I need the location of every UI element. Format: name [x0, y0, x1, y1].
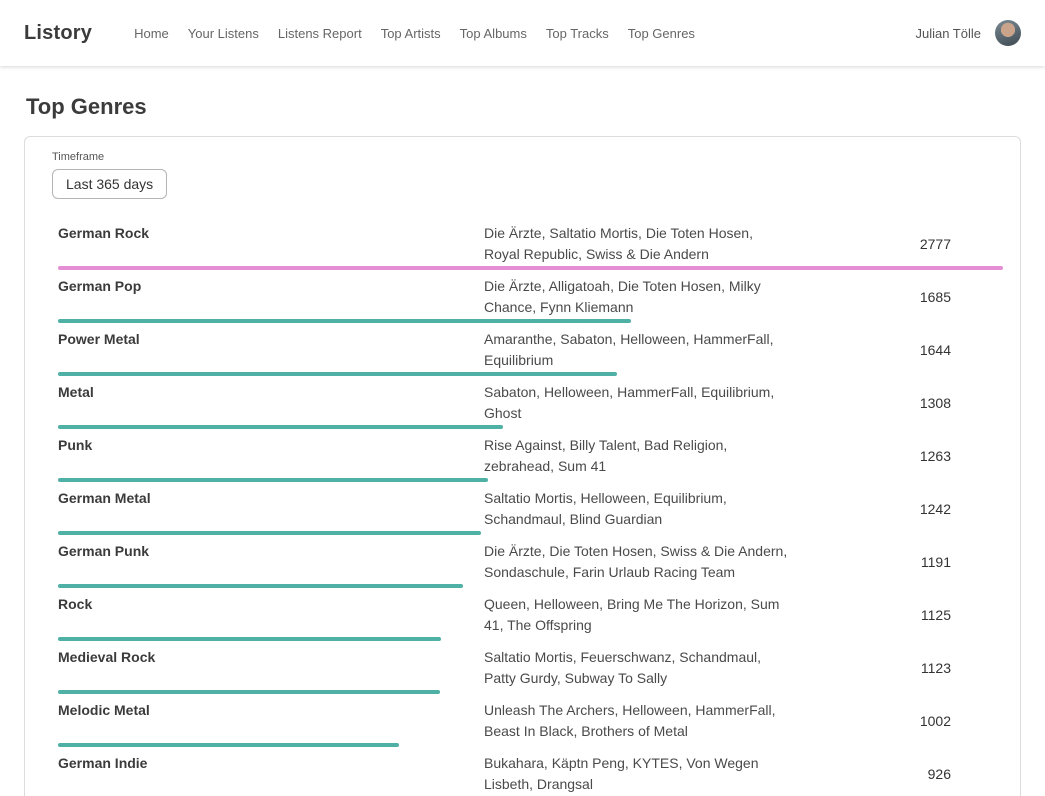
genre-name: Medieval Rock: [58, 647, 484, 689]
genre-row: German Rock Die Ärzte, Saltatio Mortis, …: [58, 217, 1003, 270]
genre-name: German Rock: [58, 223, 484, 265]
genre-artists: Saltatio Mortis, Feuerschwanz, Schandmau…: [484, 647, 789, 689]
nav-link-your-listens[interactable]: Your Listens: [188, 26, 259, 41]
genre-count: 1242: [789, 488, 1003, 530]
genre-name: German Metal: [58, 488, 484, 530]
main-nav: Home Your Listens Listens Report Top Artist…: [134, 26, 915, 41]
genre-row: German Punk Die Ärzte, Die Toten Hosen, …: [58, 535, 1003, 588]
genre-row: Power Metal Amaranthe, Sabaton, Hellowee…: [58, 323, 1003, 376]
nav-link-top-tracks[interactable]: Top Tracks: [546, 26, 609, 41]
genre-row: Melodic Metal Unleash The Archers, Hello…: [58, 694, 1003, 747]
genre-count: 1002: [789, 700, 1003, 742]
top-nav-bar: Listory Home Your Listens Listens Report To…: [0, 0, 1045, 66]
genre-name: German Punk: [58, 541, 484, 583]
genre-artists: Die Ärzte, Alligatoah, Die Toten Hosen, …: [484, 276, 789, 318]
genre-artists: Die Ärzte, Die Toten Hosen, Swiss & Die …: [484, 541, 789, 583]
genre-row: Medieval Rock Saltatio Mortis, Feuerschw…: [58, 641, 1003, 694]
genre-row: German Indie Bukahara, Käptn Peng, KYTES…: [58, 747, 1003, 796]
genre-count: 1191: [789, 541, 1003, 583]
genre-count: 1644: [789, 329, 1003, 371]
genre-count: 1123: [789, 647, 1003, 689]
genre-artists: Rise Against, Billy Talent, Bad Religion…: [484, 435, 789, 477]
genre-row: German Metal Saltatio Mortis, Helloween,…: [58, 482, 1003, 535]
nav-link-top-albums[interactable]: Top Albums: [460, 26, 527, 41]
nav-link-listens-report[interactable]: Listens Report: [278, 26, 362, 41]
genre-artists: Sabaton, Helloween, HammerFall, Equilibr…: [484, 382, 789, 424]
user-avatar[interactable]: [995, 20, 1021, 46]
genre-row: Metal Sabaton, Helloween, HammerFall, Eq…: [58, 376, 1003, 429]
timeframe-label: Timeframe: [52, 151, 993, 163]
genre-artists: Die Ärzte, Saltatio Mortis, Die Toten Ho…: [484, 223, 789, 265]
nav-link-top-artists[interactable]: Top Artists: [381, 26, 441, 41]
genre-name: Punk: [58, 435, 484, 477]
genre-count: 926: [789, 753, 1003, 795]
nav-link-home[interactable]: Home: [134, 26, 169, 41]
genre-row: Punk Rise Against, Billy Talent, Bad Rel…: [58, 429, 1003, 482]
top-genres-card: Timeframe Last 365 days German Rock Die …: [24, 136, 1021, 796]
genre-name: Melodic Metal: [58, 700, 484, 742]
genre-artists: Bukahara, Käptn Peng, KYTES, Von Wegen L…: [484, 753, 789, 795]
genre-artists: Amaranthe, Sabaton, Helloween, HammerFal…: [484, 329, 789, 371]
genre-count: 1308: [789, 382, 1003, 424]
genre-artists: Saltatio Mortis, Helloween, Equilibrium,…: [484, 488, 789, 530]
genre-artists: Unleash The Archers, Helloween, HammerFa…: [484, 700, 789, 742]
genre-count: 2777: [789, 223, 1003, 265]
page-title: Top Genres: [26, 94, 1019, 120]
nav-link-top-genres[interactable]: Top Genres: [628, 26, 695, 41]
timeframe-select[interactable]: Last 365 days: [52, 169, 167, 199]
genre-count: 1125: [789, 594, 1003, 636]
genre-name: German Pop: [58, 276, 484, 318]
genre-name: German Indie: [58, 753, 484, 795]
app-logo[interactable]: Listory: [24, 22, 92, 45]
genre-row: German Pop Die Ärzte, Alligatoah, Die To…: [58, 270, 1003, 323]
genre-artists: Queen, Helloween, Bring Me The Horizon, …: [484, 594, 789, 636]
timeframe-control: Timeframe Last 365 days: [25, 151, 1020, 199]
genre-count: 1685: [789, 276, 1003, 318]
page-content: Top Genres Timeframe Last 365 days Germa…: [0, 66, 1045, 796]
genre-count: 1263: [789, 435, 1003, 477]
user-menu: Julian Tölle: [915, 20, 1021, 46]
user-name[interactable]: Julian Tölle: [915, 26, 981, 41]
genre-name: Power Metal: [58, 329, 484, 371]
genre-name: Metal: [58, 382, 484, 424]
genre-list: German Rock Die Ärzte, Saltatio Mortis, …: [25, 217, 1020, 796]
genre-name: Rock: [58, 594, 484, 636]
genre-row: Rock Queen, Helloween, Bring Me The Hori…: [58, 588, 1003, 641]
